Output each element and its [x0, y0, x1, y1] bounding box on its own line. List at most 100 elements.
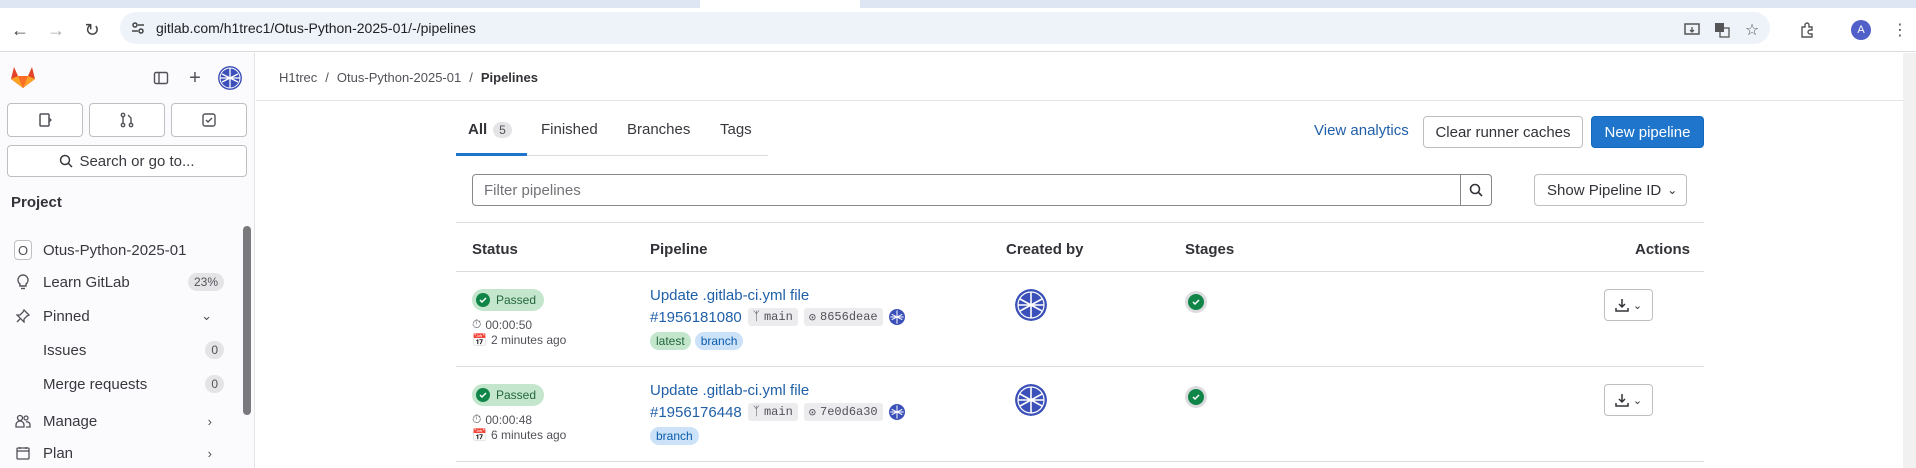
- branch-chip[interactable]: ᛉ main: [747, 308, 798, 326]
- merge-requests-button[interactable]: [89, 103, 165, 137]
- active-browser-tab[interactable]: [700, 0, 860, 8]
- breadcrumb-group[interactable]: H1trec: [279, 70, 317, 85]
- filter-search-button[interactable]: [1460, 174, 1492, 206]
- chevron-down-icon: ⌄: [1632, 394, 1643, 407]
- todos-button[interactable]: [171, 103, 247, 137]
- show-pipeline-id-dropdown[interactable]: Show Pipeline ID ⌄: [1534, 174, 1687, 206]
- finished-time: 📅 2 minutes ago: [472, 333, 566, 347]
- breadcrumb-current[interactable]: Pipelines: [481, 70, 538, 85]
- tab-finished[interactable]: Finished: [541, 121, 598, 138]
- translate-icon[interactable]: [1712, 20, 1732, 40]
- new-pipeline-button[interactable]: New pipeline: [1591, 116, 1704, 148]
- commit-icon: ⊙: [808, 405, 817, 420]
- sidebar-item-label: Pinned: [43, 307, 90, 325]
- pipeline-id-link[interactable]: #1956181080: [650, 309, 742, 326]
- duration-text: 00:00:50: [485, 317, 533, 332]
- progress-badge: 23%: [187, 273, 224, 291]
- column-header-created-by: Created by: [1006, 241, 1084, 258]
- column-header-stages: Stages: [1185, 241, 1235, 258]
- pipeline-id-link[interactable]: #1956176448: [650, 404, 742, 421]
- extensions-icon[interactable]: [1797, 20, 1817, 40]
- commit-chip[interactable]: ⊙ 8656deae: [803, 308, 883, 326]
- download-artifacts-button[interactable]: ⌄: [1604, 289, 1653, 321]
- profile-avatar[interactable]: A: [1851, 20, 1871, 40]
- search-button[interactable]: Search or go to...: [7, 145, 247, 177]
- status-badge[interactable]: Passed: [472, 289, 545, 311]
- chevron-down-icon: ⌄: [201, 308, 212, 323]
- finished-text: 6 minutes ago: [490, 428, 567, 442]
- branch-name: main: [763, 310, 793, 324]
- status-badge[interactable]: Passed: [472, 384, 545, 406]
- forward-icon[interactable]: →: [44, 18, 68, 42]
- commit-author-avatar[interactable]: [888, 404, 905, 420]
- filter-pipelines-input[interactable]: Filter pipelines: [472, 174, 1492, 206]
- sidebar-item-merge-requests[interactable]: Merge requests 0: [0, 369, 240, 399]
- assigned-issues-button[interactable]: [7, 103, 83, 137]
- back-icon[interactable]: ←: [8, 18, 32, 42]
- finished-time: 📅 6 minutes ago: [472, 428, 566, 442]
- timer-icon: ⏱: [472, 412, 482, 426]
- sidebar-item-label: Manage: [43, 412, 98, 430]
- tag-branch: branch: [650, 427, 699, 445]
- clear-runner-caches-button[interactable]: Clear runner caches: [1423, 116, 1583, 148]
- creator-avatar[interactable]: [1015, 384, 1047, 416]
- chevron-down-icon: ⌄: [1667, 183, 1678, 197]
- stage-passed-icon[interactable]: [1185, 386, 1207, 408]
- branch-chip[interactable]: ᛉ main: [747, 403, 798, 421]
- sidebar-item-label: Learn GitLab: [43, 273, 130, 291]
- stage-passed-icon[interactable]: [1185, 291, 1207, 313]
- search-icon: [1469, 183, 1483, 197]
- breadcrumb: H1trec / Otus-Python-2025-01 / Pipelines: [279, 70, 538, 85]
- creator-avatar[interactable]: [1015, 289, 1047, 321]
- sidebar-item-pinned[interactable]: Pinned ⌄: [0, 301, 240, 331]
- address-bar[interactable]: gitlab.com/h1trec1/Otus-Python-2025-01/-…: [120, 12, 1770, 44]
- tab-label: All: [468, 121, 488, 138]
- chevron-down-icon: ⌄: [1632, 299, 1643, 312]
- browser-toolbar: ← → ↻ gitlab.com/h1trec1/Otus-Python-202…: [0, 8, 1916, 52]
- download-artifacts-button[interactable]: ⌄: [1604, 384, 1653, 416]
- tab-tags[interactable]: Tags: [720, 121, 752, 138]
- sidebar-item-label: Plan: [43, 444, 74, 462]
- user-avatar[interactable]: [218, 66, 242, 90]
- table-row: Passed ⏱ 00:00:50 📅 2 minutes ago Update .…: [456, 272, 1704, 367]
- pipeline-commit-title[interactable]: Update .gitlab-ci.yml file: [650, 382, 809, 399]
- view-analytics-link[interactable]: View analytics: [1314, 122, 1409, 139]
- sidebar-scrollbar[interactable]: [243, 226, 251, 415]
- pipeline-id-line: #1956181080 ᛉ main ⊙ 8656deae: [650, 308, 905, 326]
- sidebar-header: +: [0, 53, 255, 99]
- bookmark-star-icon[interactable]: ☆: [1742, 20, 1762, 40]
- page-scrollbar[interactable]: [1903, 53, 1916, 468]
- browser-menu-icon[interactable]: ⋮: [1890, 20, 1910, 40]
- create-new-icon[interactable]: +: [185, 67, 205, 89]
- reload-icon[interactable]: ↻: [80, 18, 104, 42]
- sidebar-counts: [7, 103, 247, 137]
- site-info-icon[interactable]: [130, 20, 146, 36]
- install-app-icon[interactable]: [1682, 20, 1702, 40]
- planning-icon: [14, 444, 32, 462]
- finished-text: 2 minutes ago: [490, 333, 567, 347]
- issues-icon: [39, 113, 52, 127]
- tab-branches[interactable]: Branches: [627, 121, 690, 138]
- count-badge: 0: [205, 375, 224, 393]
- column-header-status: Status: [472, 241, 518, 258]
- sidebar-item-manage[interactable]: Manage ›: [0, 406, 240, 436]
- profile-initial: A: [1857, 24, 1865, 36]
- project-avatar: O: [14, 240, 32, 260]
- toggle-sidebar-icon[interactable]: [151, 68, 171, 88]
- tab-all[interactable]: All 5: [468, 121, 512, 138]
- sidebar-item-learn-gitlab[interactable]: Learn GitLab 23%: [0, 267, 240, 297]
- commit-author-avatar[interactable]: [888, 309, 905, 325]
- chevron-right-icon: ›: [207, 413, 212, 429]
- gitlab-logo-icon[interactable]: [10, 65, 36, 89]
- pipeline-commit-title[interactable]: Update .gitlab-ci.yml file: [650, 287, 809, 304]
- sidebar-item-issues[interactable]: Issues 0: [0, 335, 240, 365]
- dropdown-label: Show Pipeline ID: [1547, 181, 1662, 199]
- commit-chip[interactable]: ⊙ 7e0d6a30: [803, 403, 883, 421]
- breadcrumb-separator: /: [469, 70, 473, 85]
- breadcrumb-project[interactable]: Otus-Python-2025-01: [337, 70, 461, 85]
- pipeline-tags: latest branch: [650, 332, 744, 350]
- sidebar-item-project[interactable]: O Otus-Python-2025-01: [0, 235, 240, 265]
- sidebar: + Search or go to... Project O Otus-Pyth…: [0, 53, 255, 468]
- calendar-icon: 📅: [472, 333, 487, 347]
- sidebar-item-plan[interactable]: Plan ›: [0, 438, 240, 468]
